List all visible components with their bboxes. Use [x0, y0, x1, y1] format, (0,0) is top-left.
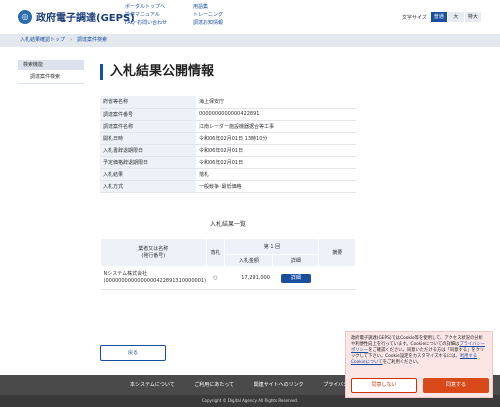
info-value: 0000000000000422891 [196, 108, 356, 121]
info-label: 入札書辞退期限日 [100, 144, 196, 157]
col-header-detail: 詳細 [272, 254, 320, 267]
font-size-normal-button[interactable]: 普通 [430, 12, 447, 22]
info-label: 入札結果 [100, 168, 196, 181]
remarks-cell [318, 266, 356, 290]
info-label: 開札日時 [100, 132, 196, 145]
font-size-switcher: 文字サイズ 普通 大 特大 [402, 12, 482, 22]
info-label: 予定価格辞退期限日 [100, 156, 196, 169]
awarded-mark: ○ [206, 266, 225, 290]
breadcrumb-item-search[interactable]: 調達案件検索 [77, 37, 107, 43]
site-header: ◎ 政府電子調達(GEPS) ポータルトップへ 操作マニュアル FAQ･お問い合… [0, 0, 500, 34]
result-list-title: 入札結果一覧 [209, 221, 246, 228]
table-row: 調達案件番号 0000000000000422891 [100, 108, 356, 121]
header-links-primary: ポータルトップへ 操作マニュアル FAQ･お問い合わせ [125, 3, 167, 27]
col-header-remarks: 摘要 [318, 238, 356, 267]
table-row: 予定価格辞退期限日 令和06年02月01日 [100, 156, 356, 169]
sidebar-heading: 検索機能 [18, 60, 84, 70]
info-value: 令和06年02月01日 13時10分 [196, 132, 356, 145]
info-label: 調達案件名称 [100, 120, 196, 133]
font-size-xlarge-button[interactable]: 特大 [464, 12, 481, 22]
bid-result-table: 業者又は名称 (発行番号) 落札 第 1 回 摘要 入札金額 詳細 Nシステム株… [100, 238, 356, 290]
info-label: 調達案件番号 [100, 108, 196, 121]
breadcrumb-item-top[interactable]: 入札結果確認トップ [20, 37, 65, 43]
bid-info-table: 府省等名称 海上保安庁 調達案件番号 0000000000000422891 調達案… [100, 96, 356, 193]
table-row: 府省等名称 海上保安庁 [100, 96, 356, 109]
company-name: Nシステム株式会社 [103, 271, 148, 277]
cookie-banner: 政府電子調達(GEPS)ではCookie等を使用して、アクセス状況の分析や利便性… [345, 331, 493, 398]
faq-link[interactable]: FAQ･お問い合わせ [125, 19, 167, 27]
table-row: 入札方式 一般競争･最低価格 [100, 180, 356, 193]
info-value: 令和06年02月01日 [196, 144, 356, 157]
font-size-large-button[interactable]: 大 [447, 12, 464, 22]
glossary-link[interactable]: 用語集 [193, 3, 223, 11]
table-row: 開札日時 令和06年02月01日 13時10分 [100, 132, 356, 145]
info-label: 入札方式 [100, 180, 196, 193]
col-header-company: 業者又は名称 (発行番号) [100, 238, 207, 267]
cookie-deny-button[interactable]: 同意しない [351, 378, 417, 393]
info-value: 海上保安庁 [196, 96, 356, 109]
sidebar: 検索機能 調達案件検索 [18, 60, 84, 84]
geps-logo-icon: ◎ [18, 9, 32, 24]
footer-link-about[interactable]: 本システムについて [130, 382, 175, 388]
bid-amount: 17,291,000 [224, 266, 273, 290]
table-row: 入札書辞退期限日 令和06年02月01日 [100, 144, 356, 157]
cookie-text-part: をご利用ください。 [382, 360, 422, 365]
sidebar-item-case-search[interactable]: 調達案件検索 [18, 70, 84, 84]
cookie-message: 政府電子調達(GEPS)ではCookie等を使用して、アクセス状況の分析や利便性… [351, 336, 487, 366]
training-link[interactable]: トレーニング [193, 11, 223, 19]
table-row: Nシステム株式会社 (00000000000000004228913100000… [100, 266, 356, 290]
portal-top-link[interactable]: ポータルトップへ [125, 3, 167, 11]
info-label: 府省等名称 [100, 96, 196, 109]
table-row: 調達案件名称 江南レーダー施設機器据合等工事 [100, 120, 356, 133]
cookie-agree-button[interactable]: 同意する [423, 378, 489, 393]
site-logo[interactable]: ◎ 政府電子調達(GEPS) [18, 9, 135, 24]
procurement-news-link[interactable]: 調達お知情報 [193, 19, 223, 27]
manual-link[interactable]: 操作マニュアル [125, 11, 167, 19]
col-header-amount: 入札金額 [224, 254, 274, 267]
page-title: 入札結果公開情報 [100, 64, 214, 80]
footer-link-terms[interactable]: ご利用にあたって [194, 382, 234, 388]
breadcrumb-separator-icon: › [70, 37, 73, 43]
cookie-actions: 同意しない 同意する [351, 378, 489, 393]
col-header-awarded: 落札 [205, 238, 226, 267]
company-id: (0000000000000000422891310000001) [103, 278, 207, 284]
back-button[interactable]: 戻る [100, 345, 166, 361]
footer-link-related[interactable]: 関連サイトへのリンク [254, 382, 304, 388]
detail-button[interactable]: 詳細 [280, 273, 311, 283]
info-value: 一般競争･最低価格 [196, 180, 356, 193]
font-size-label: 文字サイズ [402, 14, 427, 21]
info-value: 落札 [196, 168, 356, 181]
info-value: 令和06年02月01日 [196, 156, 356, 169]
table-row: 入札結果 落札 [100, 168, 356, 181]
header-links-secondary: 用語集 トレーニング 調達お知情報 [193, 3, 223, 27]
site-title: 政府電子調達(GEPS) [36, 13, 135, 24]
col-header-round: 第 1 回 [224, 238, 320, 255]
breadcrumb: 入札結果確認トップ › 調達案件検索 [0, 34, 500, 47]
info-value: 江南レーダー施設機器据合等工事 [196, 120, 356, 133]
